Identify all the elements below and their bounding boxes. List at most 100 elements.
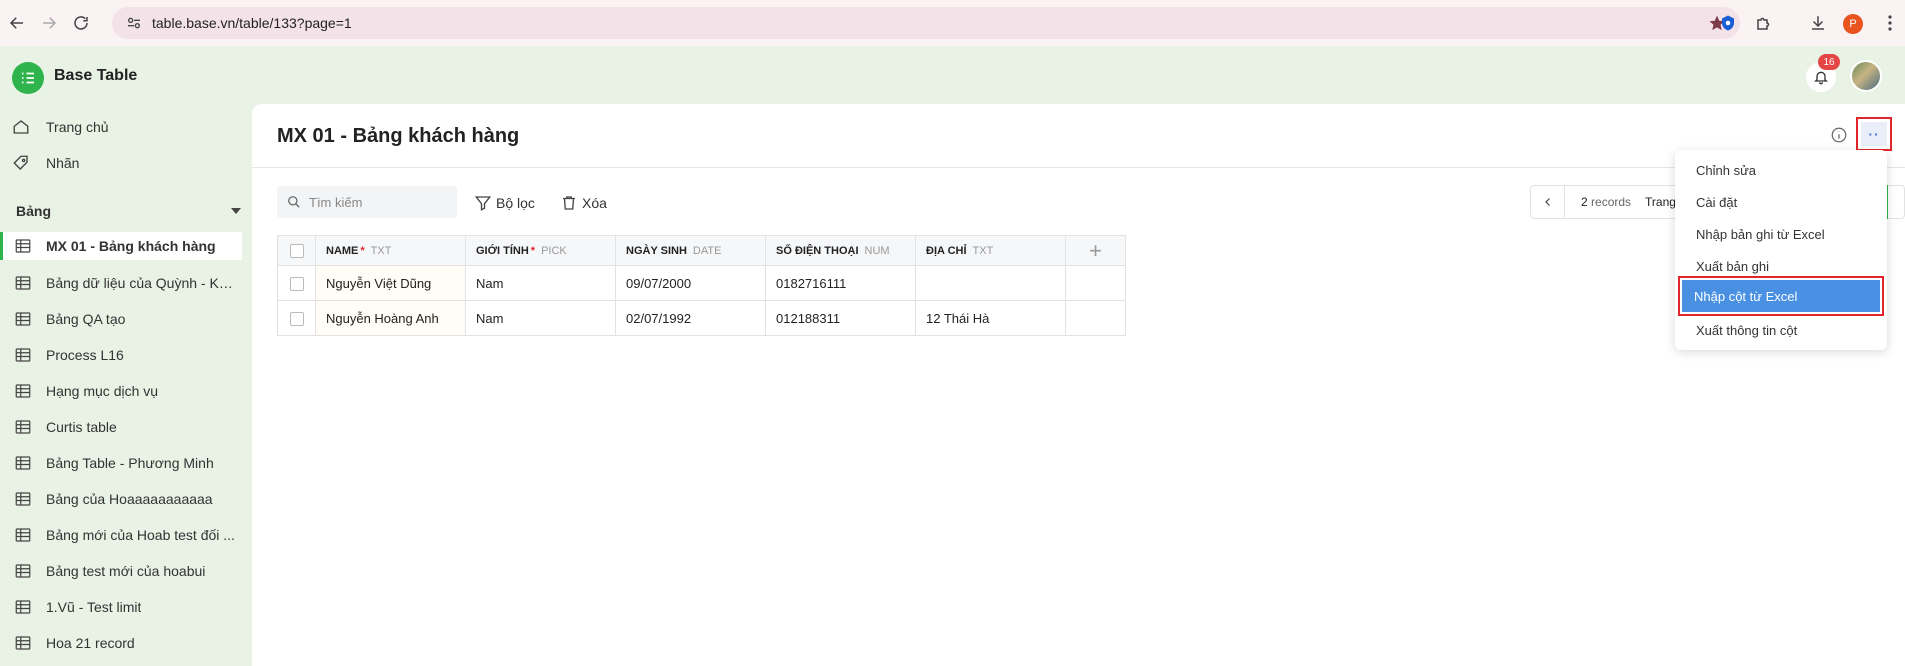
- sidebar-section-title[interactable]: Bảng: [16, 203, 51, 219]
- table-grid-icon: [15, 528, 31, 542]
- search-box[interactable]: [277, 186, 457, 218]
- column-type: TXT: [972, 244, 994, 257]
- sidebar-table-item[interactable]: Curtis table: [0, 413, 242, 441]
- column-name: NGÀY SINH: [626, 244, 687, 257]
- table-row[interactable]: Nguyễn Việt Dũng Nam 09/07/2000 01827161…: [277, 265, 1126, 301]
- sidebar-table-item[interactable]: Bảng dữ liệu của Quỳnh - KH...: [0, 269, 242, 297]
- reload-icon[interactable]: [68, 10, 94, 36]
- column-type: TXT: [370, 244, 392, 257]
- column-header-gender[interactable]: GIỚI TÍNH * PICK: [465, 235, 616, 266]
- table-header-row: NAME * TXT GIỚI TÍNH * PICK NGÀY SINH DATE SỐ…: [277, 235, 1126, 266]
- sidebar-table-item[interactable]: Bảng Table - Phương Minh: [0, 449, 242, 477]
- cell-phone[interactable]: 0182716111: [765, 265, 916, 301]
- header-divider: [252, 167, 1905, 168]
- select-all-checkbox[interactable]: [289, 243, 304, 258]
- more-options-button[interactable]: ··: [1856, 117, 1892, 151]
- cell-name[interactable]: Nguyễn Việt Dũng: [315, 265, 466, 301]
- menu-item-import-records[interactable]: Nhập bản ghi từ Excel: [1675, 219, 1887, 249]
- sidebar-table-item[interactable]: Bảng mới của Hoab test đối ...: [0, 521, 242, 549]
- menu-item-settings[interactable]: Cài đặt: [1675, 187, 1887, 217]
- sidebar-table-item[interactable]: Bảng QA tạo: [0, 305, 242, 333]
- section-collapse-caret-icon[interactable]: [231, 208, 241, 214]
- cell-empty: [1065, 300, 1126, 336]
- row-select-cell: [277, 265, 316, 301]
- cell-address[interactable]: [915, 265, 1066, 301]
- row-checkbox[interactable]: [289, 276, 304, 291]
- filter-button[interactable]: Bộ lọc: [474, 192, 535, 214]
- base-table-logo[interactable]: [12, 62, 44, 94]
- site-settings-icon[interactable]: [126, 15, 142, 31]
- table-grid-icon: [15, 636, 31, 650]
- chevron-left-icon: [1544, 198, 1550, 206]
- column-type: DATE: [692, 244, 722, 257]
- sidebar-table-label: Bảng Table - Phương Minh: [46, 455, 214, 471]
- filter-icon: [474, 196, 492, 211]
- menu-item-export-columns[interactable]: Xuất thông tin cột: [1675, 315, 1887, 345]
- search-icon: [288, 196, 300, 208]
- sidebar-table-item[interactable]: Bảng của Hoaaaaaaaaaaa: [0, 485, 242, 513]
- forward-icon[interactable]: [36, 10, 62, 36]
- sidebar-table-label: Hoa 21 record: [46, 635, 135, 651]
- download-icon[interactable]: [1808, 13, 1828, 33]
- more-options-label: ··: [1861, 122, 1887, 146]
- sidebar-link-tags[interactable]: Nhãn: [12, 151, 79, 175]
- page-label: Trang: [1645, 195, 1676, 209]
- row-checkbox[interactable]: [289, 311, 304, 326]
- info-icon[interactable]: [1830, 126, 1848, 144]
- tag-icon: [13, 155, 28, 170]
- required-marker: *: [530, 244, 536, 257]
- cell-phone[interactable]: 012188311: [765, 300, 916, 336]
- table-grid-icon: [15, 456, 31, 470]
- prev-page-button[interactable]: [1531, 186, 1565, 218]
- cell-birthdate[interactable]: 02/07/1992: [615, 300, 766, 336]
- column-type: NUM: [864, 244, 890, 257]
- browser-profile-avatar[interactable]: P: [1843, 14, 1863, 34]
- sidebar-table-item[interactable]: MX 01 - Bảng khách hàng: [0, 232, 242, 260]
- user-avatar[interactable]: [1850, 60, 1882, 92]
- menu-item-edit[interactable]: Chỉnh sửa: [1675, 155, 1887, 185]
- extensions-puzzle-icon[interactable]: [1754, 13, 1774, 33]
- column-header-name[interactable]: NAME * TXT: [315, 235, 466, 266]
- home-icon: [13, 120, 29, 134]
- menu-item-import-columns[interactable]: Nhập cột từ Excel: [1678, 276, 1884, 316]
- sidebar-table-item[interactable]: 1.Vũ - Test limit: [0, 593, 242, 621]
- address-bar[interactable]: table.base.vn/table/133?page=1: [112, 7, 1740, 39]
- menu-item-import-columns-label: Nhập cột từ Excel: [1682, 280, 1880, 312]
- sidebar-table-label: 1.Vũ - Test limit: [46, 599, 142, 615]
- sidebar-table-item[interactable]: Hạng mục dịch vụ: [0, 377, 242, 405]
- search-input[interactable]: [309, 194, 449, 210]
- delete-button[interactable]: Xóa: [560, 192, 607, 214]
- column-header-birthdate[interactable]: NGÀY SINH DATE: [615, 235, 766, 266]
- trash-icon: [563, 196, 575, 210]
- column-header-phone[interactable]: SỐ ĐIỆN THOẠI NUM: [765, 235, 916, 266]
- delete-label: Xóa: [582, 195, 607, 211]
- sidebar-table-label: MX 01 - Bảng khách hàng: [46, 238, 216, 254]
- sidebar-link-home[interactable]: Trang chủ: [12, 115, 109, 139]
- back-icon[interactable]: [4, 10, 30, 36]
- table-grid-icon: [15, 564, 31, 578]
- page-title: MX 01 - Bảng khách hàng: [277, 125, 520, 147]
- add-column-button[interactable]: +: [1065, 235, 1126, 266]
- cell-gender[interactable]: Nam: [465, 265, 616, 301]
- record-count-number: 2: [1581, 195, 1588, 209]
- sidebar-table-item[interactable]: Bảng test mới của hoabui: [0, 557, 242, 585]
- sidebar-table-label: Hạng mục dịch vụ: [46, 383, 159, 399]
- more-options-menu: Chỉnh sửa Cài đặt Nhập bản ghi từ Excel …: [1675, 150, 1887, 350]
- sidebar-table-label: Bảng test mới của hoabui: [46, 563, 206, 579]
- table-row[interactable]: Nguyễn Hoàng Anh Nam 02/07/1992 01218831…: [277, 300, 1126, 336]
- url-text[interactable]: table.base.vn/table/133?page=1: [152, 15, 352, 31]
- column-name: SỐ ĐIỆN THOẠI: [776, 244, 859, 257]
- extension-shield-icon[interactable]: [1718, 13, 1738, 33]
- sidebar-table-item[interactable]: Hoa 21 record: [0, 629, 242, 657]
- row-select-cell: [277, 300, 316, 336]
- sidebar-link-label: Nhãn: [46, 155, 80, 171]
- cell-name[interactable]: Nguyễn Hoàng Anh: [315, 300, 466, 336]
- column-header-address[interactable]: ĐỊA CHỈ TXT: [915, 235, 1066, 266]
- cell-gender[interactable]: Nam: [465, 300, 616, 336]
- sidebar-table-label: Process L16: [46, 347, 124, 363]
- column-type: PICK: [541, 244, 567, 257]
- sidebar-table-item[interactable]: Process L16: [0, 341, 242, 369]
- cell-address[interactable]: 12 Thái Hà: [915, 300, 1066, 336]
- cell-birthdate[interactable]: 09/07/2000: [615, 265, 766, 301]
- browser-menu-icon[interactable]: [1880, 13, 1900, 33]
